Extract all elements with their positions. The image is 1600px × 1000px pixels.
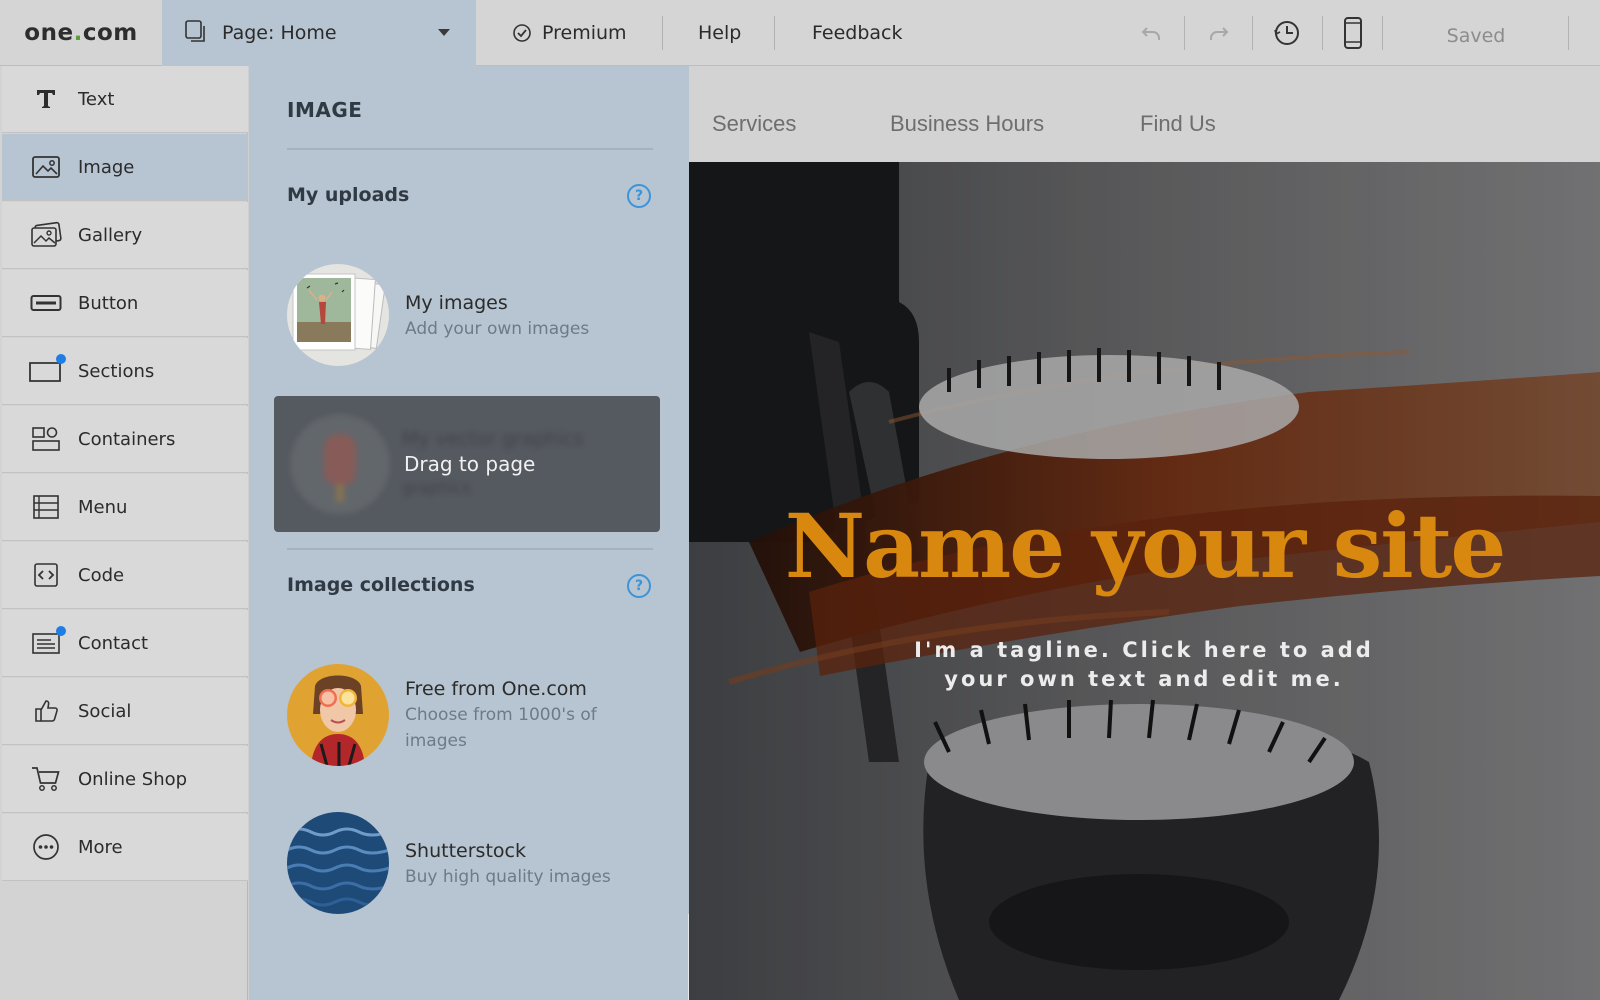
hero-section[interactable]: Name your site I'm a tagline. Click here… (689, 162, 1600, 1000)
free-images-thumbnail (287, 664, 389, 766)
divider (1322, 16, 1323, 50)
drag-to-page-label: Drag to page (404, 452, 536, 476)
site-nav-business-hours[interactable]: Business Hours (890, 111, 1044, 137)
site-nav-find-us[interactable]: Find Us (1140, 111, 1216, 137)
my-images-thumbnail (287, 264, 389, 366)
help-link[interactable]: Help (698, 0, 741, 66)
premium-link[interactable]: Premium (512, 0, 627, 66)
divider (774, 16, 775, 50)
tool-containers[interactable]: Containers (2, 406, 248, 473)
help-icon[interactable]: ? (627, 184, 651, 208)
feedback-link[interactable]: Feedback (812, 0, 902, 66)
image-panel: IMAGE My uploads ? My images Add your ow… (249, 66, 689, 1000)
tool-text[interactable]: Text (2, 66, 248, 133)
tool-label: Containers (78, 428, 176, 450)
ghost-desc: graphics (402, 478, 471, 497)
tool-sections[interactable]: Sections (2, 338, 248, 405)
tool-label: Online Shop (78, 768, 188, 790)
sections-icon (28, 354, 66, 386)
tool-label: Sections (78, 360, 155, 382)
site-navigation: Services Business Hours Find Us (689, 66, 1600, 162)
divider (287, 548, 653, 550)
panel-title: IMAGE (287, 98, 363, 122)
code-icon (28, 560, 64, 590)
site-title[interactable]: Name your site (689, 494, 1600, 598)
site-nav-services[interactable]: Services (712, 111, 796, 137)
containers-icon (28, 424, 64, 454)
shutterstock-desc: Buy high quality images (405, 867, 611, 887)
tool-online-shop[interactable]: Online Shop (2, 746, 248, 813)
tool-code[interactable]: Code (2, 542, 248, 609)
undo-icon[interactable] (1132, 14, 1170, 52)
check-circle-icon (512, 23, 532, 43)
image-icon (28, 152, 64, 182)
drag-to-page-overlay[interactable]: My vector graphics graphics Drag to page (274, 396, 660, 532)
free-images-name: Free from One.com (405, 678, 587, 700)
tool-gallery[interactable]: Gallery (2, 202, 248, 269)
free-images-entry[interactable]: Free from One.com Choose from 1000's of … (287, 664, 653, 768)
my-images-entry[interactable]: My images Add your own images (287, 264, 653, 368)
gallery-icon (28, 220, 64, 250)
thumbs-up-icon (28, 696, 64, 726)
tool-label: Text (78, 88, 115, 110)
history-icon[interactable] (1268, 14, 1306, 52)
logo[interactable]: one. com (0, 0, 162, 66)
shutterstock-thumbnail (287, 812, 389, 914)
my-images-name: My images (405, 292, 508, 314)
tool-contact[interactable]: Contact (2, 610, 248, 677)
tool-menu[interactable]: Menu (2, 474, 248, 541)
shutterstock-entry[interactable]: Shutterstock Buy high quality images (287, 812, 653, 916)
contact-icon (28, 626, 66, 658)
divider (1382, 16, 1383, 50)
page-selector[interactable]: Page: Home (162, 0, 476, 66)
cart-icon (28, 764, 64, 794)
tool-label: Social (78, 700, 132, 722)
logo-dot: . (73, 20, 83, 46)
button-icon (28, 288, 64, 318)
divider (1252, 16, 1253, 50)
tool-more[interactable]: More (2, 814, 248, 881)
tools-sidebar: Text Image Gallery Button Sections Conta… (0, 66, 248, 1000)
tool-button[interactable]: Button (2, 270, 248, 337)
site-tagline[interactable]: I'm a tagline. Click here to add your ow… (879, 636, 1409, 694)
tool-label: More (78, 836, 123, 858)
site-canvas: Services Business Hours Find Us Name you… (689, 66, 1600, 1000)
ghost-name: My vector graphics (402, 428, 584, 450)
tool-label: Code (78, 564, 125, 586)
shutterstock-name: Shutterstock (405, 840, 526, 862)
new-badge (56, 354, 66, 364)
redo-icon[interactable] (1200, 14, 1238, 52)
tool-label: Gallery (78, 224, 143, 246)
divider (1184, 16, 1185, 50)
my-images-desc: Add your own images (405, 319, 590, 339)
tool-label: Image (78, 156, 135, 178)
divider (287, 148, 653, 150)
top-bar: one. com Page: Home Premium Help Feedback… (0, 0, 1600, 66)
pages-icon (184, 19, 208, 47)
mobile-preview-icon[interactable] (1334, 14, 1372, 52)
divider (662, 16, 663, 50)
my-uploads-heading: My uploads (287, 184, 410, 206)
free-images-desc: Choose from 1000's of images (405, 705, 597, 751)
tool-label: Button (78, 292, 139, 314)
help-icon[interactable]: ? (627, 574, 651, 598)
menu-icon (28, 492, 64, 522)
tool-label: Menu (78, 496, 128, 518)
text-icon (28, 84, 64, 114)
more-icon (28, 832, 64, 862)
tool-social[interactable]: Social (2, 678, 248, 745)
logo-text-b: com (82, 20, 138, 46)
page-selector-label: Page: Home (222, 22, 337, 44)
tool-image[interactable]: Image (2, 134, 248, 201)
new-badge (56, 626, 66, 636)
image-collections-heading: Image collections (287, 574, 475, 596)
premium-label: Premium (542, 22, 627, 44)
divider (1568, 16, 1569, 50)
tool-label: Contact (78, 632, 149, 654)
logo-text-a: one (24, 20, 74, 46)
chevron-down-icon (438, 29, 450, 36)
save-status: Saved (1446, 25, 1506, 47)
